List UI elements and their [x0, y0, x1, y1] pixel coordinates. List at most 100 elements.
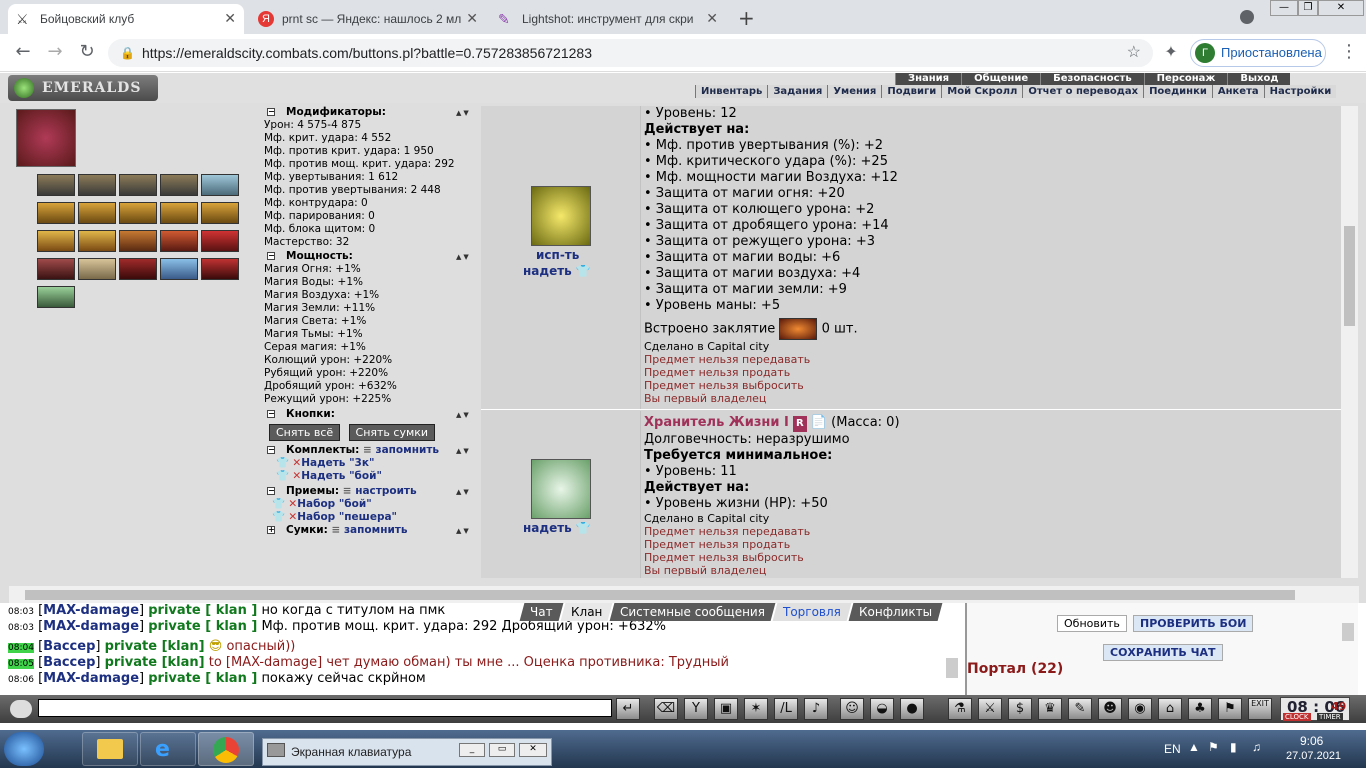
figure-icon[interactable]: ✶ — [744, 698, 768, 720]
check-fights-button[interactable]: ПРОВЕРИТЬ БОИ — [1133, 615, 1254, 632]
character-avatar[interactable] — [16, 109, 76, 167]
equip-slot[interactable] — [201, 202, 239, 224]
delete-icon[interactable]: ✕ — [288, 498, 297, 510]
collapse-icon[interactable]: − — [267, 108, 275, 116]
eraser-icon[interactable]: ⌫ — [654, 698, 678, 720]
tab-search-icon[interactable] — [1240, 10, 1254, 24]
globe-icon[interactable]: ◉ — [1128, 698, 1152, 720]
menu-kebab-icon[interactable]: ⋮ — [1338, 42, 1360, 62]
move-arrows-icon[interactable]: ▲▼ — [456, 409, 478, 419]
menu-exit[interactable]: Выход — [1227, 73, 1290, 85]
scroll-thumb[interactable] — [25, 590, 1295, 600]
modifiers-header[interactable]: − Модификаторы: ▲▼ — [264, 106, 478, 119]
tab-lightshot[interactable]: ✎ Lightshot: инструмент для скри ✕ — [490, 4, 726, 34]
save-icon[interactable]: ▣ — [714, 698, 738, 720]
submenu-fights[interactable]: Поединки — [1143, 85, 1212, 98]
chat-channel[interactable]: private [ klan ] — [148, 619, 257, 634]
helmet-icon[interactable]: ◒ — [870, 698, 894, 720]
move-arrows-icon[interactable]: ▲▼ — [456, 251, 478, 261]
money-bag-icon[interactable]: $ — [1008, 698, 1032, 720]
submenu-tasks[interactable]: Задания — [767, 85, 827, 98]
equip-slot[interactable] — [37, 286, 75, 308]
tab-system-messages[interactable]: Системные сообщения — [609, 603, 776, 621]
paws-icon[interactable]: ♣ — [1188, 698, 1212, 720]
sets-header[interactable]: − Комплекты: ≡ запомнить ▲▼ — [264, 444, 478, 457]
chat-name[interactable]: MAX-damage — [43, 671, 139, 686]
item-image[interactable] — [531, 459, 591, 519]
equip-slot[interactable] — [119, 258, 157, 280]
submenu-settings[interactable]: Настройки — [1263, 85, 1337, 98]
delete-icon[interactable]: ✕ — [288, 511, 297, 523]
equip-slot[interactable] — [119, 230, 157, 252]
bookmark-star-icon[interactable]: ☆ — [1127, 39, 1141, 67]
equip-slot[interactable] — [160, 174, 198, 196]
move-arrows-icon[interactable]: ▲▼ — [456, 107, 478, 117]
buttons-header[interactable]: − Кнопки: ▲▼ — [264, 408, 478, 421]
menu-security[interactable]: Безопасность — [1040, 73, 1144, 85]
chat-scroll-thumb[interactable] — [946, 658, 958, 678]
chat-name[interactable]: Вассер — [43, 655, 95, 670]
forward-icon[interactable]: → — [44, 42, 66, 62]
filter-icon[interactable]: Y — [684, 698, 708, 720]
flag-icon[interactable]: ⚑ — [1218, 698, 1242, 720]
wear-link[interactable]: надеть — [523, 521, 572, 535]
tray-time[interactable]: 9:06 — [1300, 734, 1323, 748]
volume-icon[interactable]: ♪ — [804, 698, 828, 720]
chat-channel[interactable]: private [ klan ] — [148, 603, 257, 618]
equip-slot[interactable] — [160, 230, 198, 252]
chat-name[interactable]: MAX-damage — [43, 619, 139, 634]
equip-slot[interactable] — [201, 258, 239, 280]
menu-communication[interactable]: Общение — [961, 73, 1040, 85]
scroll-thumb[interactable] — [1344, 226, 1355, 326]
submenu-profile[interactable]: Анкета — [1211, 85, 1264, 98]
house-icon[interactable]: ⌂ — [1158, 698, 1182, 720]
url-bar[interactable]: 🔒 https://emeraldscity.combats.com/butto… — [108, 39, 1153, 67]
horizontal-scrollbar[interactable] — [9, 586, 1359, 603]
equip-slot[interactable] — [37, 202, 75, 224]
tray-date[interactable]: 27.07.2021 — [1286, 750, 1341, 762]
osk-minimize[interactable]: _ — [459, 743, 485, 757]
tray-flag-icon[interactable]: ⚑ — [1208, 740, 1219, 754]
profile-paused-button[interactable]: Г Приостановлена — [1190, 39, 1326, 67]
bag-icon[interactable]: ⚗ — [948, 698, 972, 720]
technique-link[interactable]: Набор "пешера" — [297, 511, 397, 523]
language-indicator[interactable]: EN — [1164, 742, 1181, 756]
save-chat-button[interactable]: СОХРАНИТЬ ЧАТ — [1103, 644, 1223, 661]
bags-remember-link[interactable]: запомнить — [344, 524, 408, 536]
copy-icon[interactable]: 📄 — [811, 415, 827, 430]
tab-yandex[interactable]: Я prnt sc — Яндекс: нашлось 2 млн ✕ — [250, 4, 486, 34]
tab-chat[interactable]: Чат — [519, 603, 563, 621]
menu-character[interactable]: Персонаж — [1143, 73, 1228, 85]
remove-bags-button[interactable]: Снять сумки — [348, 424, 436, 441]
sword-icon[interactable]: ⚔ — [978, 698, 1002, 720]
equip-slot[interactable] — [201, 230, 239, 252]
equip-slot[interactable] — [160, 202, 198, 224]
chat-channel[interactable]: private [ klan ] — [148, 671, 257, 686]
collapse-icon[interactable]: − — [267, 487, 275, 495]
mask-icon[interactable]: ☻ — [1098, 698, 1122, 720]
translit-icon[interactable]: /L — [774, 698, 798, 720]
tab-trade[interactable]: Торговля — [772, 603, 852, 621]
orb-icon[interactable]: ● — [900, 698, 924, 720]
network-icon[interactable]: ▮ — [1230, 740, 1237, 754]
ie-icon[interactable]: e — [140, 732, 196, 766]
equip-slot[interactable] — [78, 230, 116, 252]
equip-slot[interactable] — [37, 174, 75, 196]
equip-slot[interactable] — [160, 258, 198, 280]
scroll-icon[interactable]: ✎ — [1068, 698, 1092, 720]
close-tab-icon[interactable]: ✕ — [466, 10, 478, 27]
tab-fight-club[interactable]: ⚔ Бойцовский клуб ✕ — [8, 4, 244, 34]
collapse-icon[interactable]: − — [267, 252, 275, 260]
send-icon[interactable]: ↵ — [616, 698, 640, 720]
wear-set-link[interactable]: Надеть "3к" — [301, 457, 374, 469]
close-tab-icon[interactable]: ✕ — [706, 10, 718, 27]
equip-slot[interactable] — [78, 258, 116, 280]
item-name[interactable]: Хранитель Жизни I — [644, 415, 789, 430]
smile-icon[interactable]: ☺ — [840, 698, 864, 720]
move-arrows-icon[interactable]: ▲▼ — [456, 445, 478, 455]
close-tab-icon[interactable]: ✕ — [224, 10, 236, 27]
wear-set-link[interactable]: Надеть "бой" — [301, 470, 382, 482]
chrome-icon[interactable] — [198, 732, 254, 766]
bags-header[interactable]: + Сумки: ≡ запомнить ▲▼ — [264, 524, 478, 537]
chat-name[interactable]: MAX-damage — [43, 603, 139, 618]
